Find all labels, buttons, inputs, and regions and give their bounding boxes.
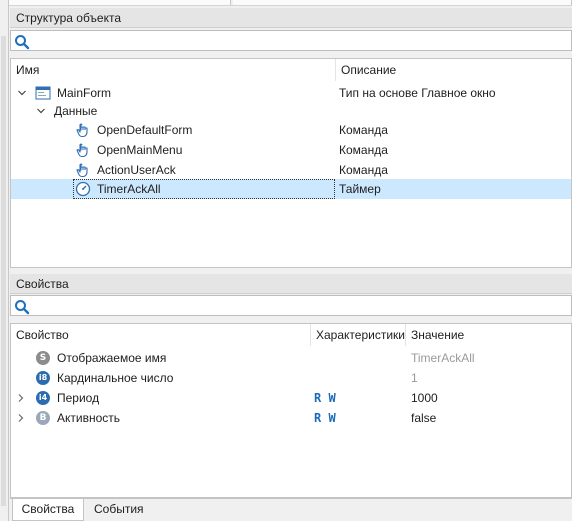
hand-pointer-icon xyxy=(76,123,88,138)
tree-row-opendefaultform[interactable]: OpenDefaultForm Команда xyxy=(11,120,571,140)
tree-row-openmainmenu[interactable]: OpenMainMenu Команда xyxy=(11,140,571,160)
column-header-description[interactable]: Описание xyxy=(336,59,571,81)
read-write-flags: R W xyxy=(314,391,336,405)
tree-row-mainform[interactable]: MainForm Тип на основе Главное окно xyxy=(11,83,571,103)
tree-item-description: Команда xyxy=(339,143,388,157)
timer-icon xyxy=(75,181,91,197)
column-header-characteristics[interactable]: Характеристики xyxy=(311,324,406,346)
left-gutter xyxy=(0,0,9,521)
property-value: TimerAckAll xyxy=(411,351,475,365)
hand-pointer-icon xyxy=(76,163,88,178)
property-name: Отображаемое имя xyxy=(57,351,167,365)
tab-properties[interactable]: Свойства xyxy=(12,499,84,521)
properties-grid[interactable]: Свойство Характеристики Значение S Отобр… xyxy=(10,323,572,498)
search-icon xyxy=(15,35,30,50)
hand-pointer-icon xyxy=(76,143,88,158)
property-row-display-name[interactable]: S Отображаемое имя TimerAckAll xyxy=(11,348,571,368)
property-row-period[interactable]: i4 Период R W 1000 xyxy=(11,388,571,408)
tree-row-data[interactable]: Данные xyxy=(11,101,571,121)
properties-panel-title: Свойства xyxy=(16,277,69,291)
structure-search-input[interactable] xyxy=(10,30,572,51)
properties-search-input[interactable] xyxy=(10,295,572,316)
boolean-type-icon: B xyxy=(36,411,50,425)
property-value: 1 xyxy=(411,371,418,385)
tree-item-description: Команда xyxy=(339,163,388,177)
int8-type-icon: i8 xyxy=(36,371,50,385)
properties-panel-header: Свойства xyxy=(10,274,572,294)
tree-row-actionuserack[interactable]: ActionUserAck Команда xyxy=(11,160,571,180)
property-name: Кардинальное число xyxy=(57,371,174,385)
tree-item-label: TimerAckAll xyxy=(97,182,161,196)
property-name: Активность xyxy=(57,411,121,425)
form-icon xyxy=(35,86,51,100)
side-scrollbar[interactable] xyxy=(1,36,6,506)
chevron-right-icon[interactable] xyxy=(17,394,25,402)
search-icon xyxy=(15,300,30,315)
tree-row-timerackall[interactable]: TimerAckAll Таймер xyxy=(11,179,571,199)
tree-item-label: OpenDefaultForm xyxy=(97,123,193,137)
tree-item-label: OpenMainMenu xyxy=(97,143,183,157)
read-write-flags: R W xyxy=(314,411,336,425)
tree-item-label: ActionUserAck xyxy=(97,163,176,177)
column-header-value[interactable]: Значение xyxy=(406,324,571,346)
int4-type-icon: i4 xyxy=(36,391,50,405)
tree-item-label: Данные xyxy=(54,104,98,118)
tree-item-description: Тип на основе Главное окно xyxy=(339,86,496,100)
property-value[interactable]: 1000 xyxy=(411,388,438,408)
tab-events[interactable]: События xyxy=(86,499,150,519)
tree-item-description: Команда xyxy=(339,123,388,137)
property-row-cardinality[interactable]: i8 Кардинальное число 1 xyxy=(11,368,571,388)
property-value[interactable]: false xyxy=(411,408,436,428)
column-header-property[interactable]: Свойство xyxy=(11,324,311,346)
bottom-tab-bar: Свойства События xyxy=(10,498,572,521)
chevron-right-icon[interactable] xyxy=(17,414,25,422)
column-header-name[interactable]: Имя xyxy=(11,59,336,81)
top-tab[interactable] xyxy=(233,0,572,5)
top-tab[interactable] xyxy=(9,0,231,5)
structure-panel-header: Структура объекта xyxy=(10,8,572,28)
string-type-icon: S xyxy=(36,351,50,365)
tree-item-description: Таймер xyxy=(339,182,381,196)
top-tab-strip xyxy=(9,0,572,6)
property-name: Период xyxy=(57,391,100,405)
tree-item-label: MainForm xyxy=(57,86,112,100)
structure-panel-title: Структура объекта xyxy=(16,11,122,25)
chevron-down-icon[interactable] xyxy=(37,107,45,115)
structure-tree[interactable]: Имя Описание MainForm Тип на основе Глав… xyxy=(10,58,572,268)
chevron-down-icon[interactable] xyxy=(18,89,26,97)
property-row-activity[interactable]: B Активность R W false xyxy=(11,408,571,428)
